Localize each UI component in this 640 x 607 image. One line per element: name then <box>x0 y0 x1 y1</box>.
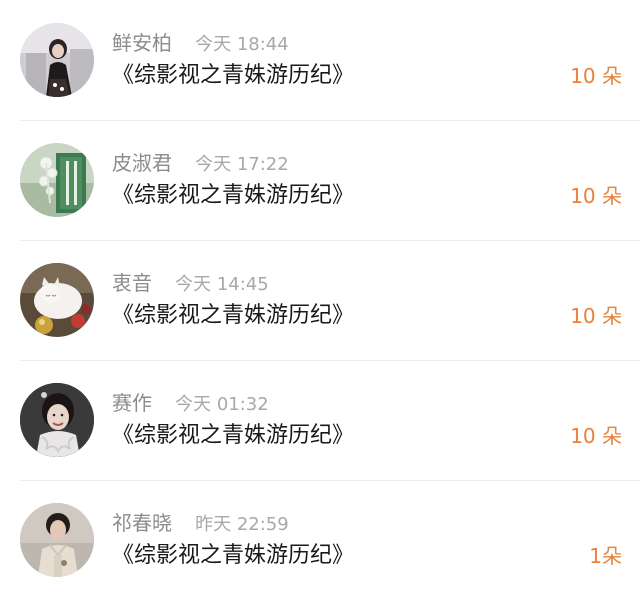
user-name[interactable]: 衷音 <box>112 271 152 295</box>
list-item[interactable]: 皮淑君 今天 17:22 《综影视之青姝游历纪》 10 朵 <box>0 120 640 240</box>
avatar-image <box>20 383 94 457</box>
avatar[interactable] <box>20 143 94 217</box>
user-name[interactable]: 鲜安柏 <box>112 31 172 55</box>
avatar[interactable] <box>20 503 94 577</box>
avatar-image <box>20 263 94 337</box>
list-item[interactable]: 赛作 今天 01:32 《综影视之青姝游历纪》 10 朵 <box>0 360 640 480</box>
user-name[interactable]: 皮淑君 <box>112 151 172 175</box>
avatar[interactable] <box>20 383 94 457</box>
list-item[interactable]: 衷音 今天 14:45 《综影视之青姝游历纪》 10 朵 <box>0 240 640 360</box>
book-title[interactable]: 《综影视之青姝游历纪》 <box>112 540 354 572</box>
avatar[interactable] <box>20 263 94 337</box>
avatar-image <box>20 143 94 217</box>
gift-list: 鲜安柏 今天 18:44 《综影视之青姝游历纪》 10 朵 皮淑君 今天 17:… <box>0 0 640 607</box>
book-title[interactable]: 《综影视之青姝游历纪》 <box>112 420 354 452</box>
avatar[interactable] <box>20 23 94 97</box>
item-meta: 衷音 今天 14:45 <box>112 270 269 296</box>
gift-amount: 1朵 <box>589 544 622 568</box>
list-item[interactable]: 鲜安柏 今天 18:44 《综影视之青姝游历纪》 10 朵 <box>0 0 640 120</box>
gift-amount: 10 朵 <box>570 184 622 208</box>
timestamp: 昨天 22:59 <box>195 514 289 535</box>
list-item[interactable]: 祁春晓 昨天 22:59 《综影视之青姝游历纪》 1朵 <box>0 480 640 607</box>
avatar-image <box>20 503 94 577</box>
timestamp: 今天 14:45 <box>175 274 269 295</box>
item-meta: 皮淑君 今天 17:22 <box>112 150 289 176</box>
book-title[interactable]: 《综影视之青姝游历纪》 <box>112 60 354 92</box>
item-meta: 赛作 今天 01:32 <box>112 390 269 416</box>
book-title[interactable]: 《综影视之青姝游历纪》 <box>112 180 354 212</box>
user-name[interactable]: 祁春晓 <box>112 511 172 535</box>
item-meta: 祁春晓 昨天 22:59 <box>112 510 289 536</box>
gift-amount: 10 朵 <box>570 424 622 448</box>
book-title[interactable]: 《综影视之青姝游历纪》 <box>112 300 354 332</box>
avatar-image <box>20 23 94 97</box>
gift-amount: 10 朵 <box>570 64 622 88</box>
timestamp: 今天 18:44 <box>195 34 289 55</box>
gift-amount: 10 朵 <box>570 304 622 328</box>
item-meta: 鲜安柏 今天 18:44 <box>112 30 289 56</box>
user-name[interactable]: 赛作 <box>112 391 152 415</box>
timestamp: 今天 01:32 <box>175 394 269 415</box>
timestamp: 今天 17:22 <box>195 154 289 175</box>
